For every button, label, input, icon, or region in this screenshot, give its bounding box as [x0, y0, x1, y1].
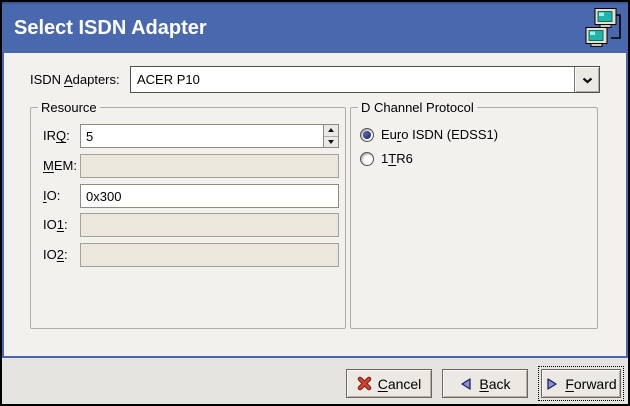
- spin-down-button[interactable]: [324, 137, 338, 148]
- resource-group: Resource IRQ: MEM: IO: IO1:: [30, 107, 346, 329]
- io1-field: [80, 213, 339, 237]
- spin-down-icon: [328, 140, 334, 144]
- irq-spinner: [323, 125, 338, 147]
- page-title: Select ISDN Adapter: [14, 2, 207, 53]
- cancel-button-label: Cancel: [378, 376, 422, 392]
- radio-euro-isdn-label: Euro ISDN (EDSS1): [381, 125, 498, 145]
- irq-input[interactable]: [81, 125, 323, 147]
- mem-input: [81, 155, 338, 177]
- io2-field: [80, 243, 339, 267]
- druid-frame: Select ISDN Adapter: [2, 2, 628, 358]
- io1-label: IO1:: [43, 213, 68, 237]
- back-button-label: Back: [479, 376, 510, 392]
- dchannel-group-title: D Channel Protocol: [358, 100, 477, 116]
- radio-1tr6[interactable]: 1TR6: [360, 149, 413, 169]
- radio-1tr6-label: 1TR6: [381, 149, 413, 169]
- resource-group-title: Resource: [38, 100, 100, 116]
- isdn-adapter-value[interactable]: [131, 67, 574, 92]
- radio-euro-isdn[interactable]: Euro ISDN (EDSS1): [360, 125, 498, 145]
- back-arrow-icon: [459, 377, 473, 391]
- combo-dropdown-button[interactable]: [574, 67, 599, 92]
- dialog-content: ISDN Adapters: Resource IRQ:: [4, 53, 626, 356]
- cancel-button[interactable]: Cancel: [346, 369, 432, 398]
- dialog-header: Select ISDN Adapter: [2, 2, 628, 53]
- forward-button-focus-ring: Forward: [538, 366, 624, 401]
- forward-button-label: Forward: [565, 376, 616, 392]
- mem-field: [80, 154, 339, 178]
- io-field[interactable]: [80, 184, 339, 208]
- network-computers-icon: [583, 6, 623, 51]
- spin-up-button[interactable]: [324, 125, 338, 137]
- forward-arrow-icon: [545, 377, 559, 391]
- irq-spinbutton[interactable]: [80, 124, 339, 148]
- mem-label: MEM:: [43, 154, 77, 178]
- spin-up-icon: [328, 128, 334, 132]
- io2-label: IO2:: [43, 243, 68, 267]
- io1-input: [81, 214, 338, 236]
- radio-unselected-icon: [360, 152, 374, 166]
- isdn-adapters-label: ISDN Adapters:: [30, 66, 120, 93]
- action-button-bar: Cancel Back Forward: [2, 358, 628, 404]
- dchannel-group: D Channel Protocol Euro ISDN (EDSS1) 1TR…: [350, 107, 598, 329]
- radio-selected-icon: [360, 128, 374, 142]
- forward-button[interactable]: Forward: [541, 369, 621, 398]
- chevron-down-icon: [582, 71, 593, 89]
- io-input[interactable]: [81, 185, 338, 207]
- io2-input: [81, 244, 338, 266]
- cancel-x-icon: [357, 376, 372, 391]
- back-button[interactable]: Back: [442, 369, 528, 398]
- io-label: IO:: [43, 184, 60, 208]
- isdn-adapter-combobox[interactable]: [130, 66, 600, 93]
- irq-label: IRQ:: [43, 124, 70, 148]
- dialog-window: Select ISDN Adapter: [0, 0, 630, 406]
